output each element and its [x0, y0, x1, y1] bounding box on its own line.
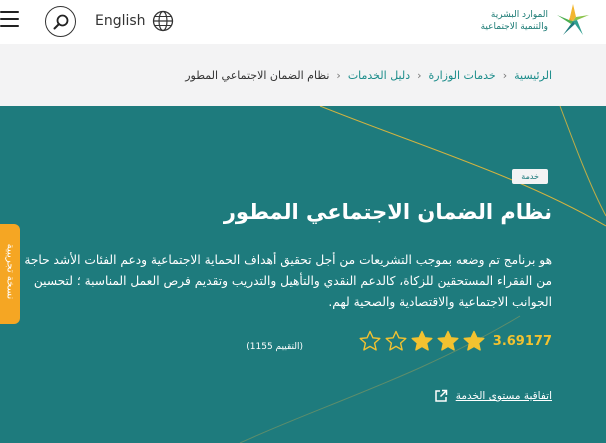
page-title: نظام الضمان الاجتماعي المطور: [223, 200, 552, 224]
breadcrumb-current: نظام الضمان الاجتماعي المطور: [185, 69, 330, 82]
menu-icon[interactable]: [0, 11, 20, 31]
star-filled-icon[interactable]: [437, 330, 459, 352]
rating-row: 3.69177: [359, 330, 552, 352]
chevron-left-icon: ‹: [336, 69, 341, 82]
sla-label: اتفاقية مستوى الخدمة: [455, 390, 552, 402]
rating-value: 3.69177: [492, 333, 552, 349]
breadcrumb: الرئيسية ‹ خدمات الوزارة ‹ دليل الخدمات …: [185, 69, 552, 82]
ministry-logo[interactable]: الموارد البشرية والتنمية الاجتماعية: [481, 2, 592, 40]
logo-line-1: الموارد البشرية: [490, 10, 548, 20]
external-link-icon: [434, 389, 447, 402]
search-button[interactable]: [45, 6, 76, 37]
beta-side-tab[interactable]: نسخة تجريبية: [0, 224, 20, 324]
language-switch[interactable]: English: [95, 10, 174, 32]
ministry-emblem-icon: [557, 4, 589, 35]
service-description: هو برنامج تم وضعه بموجب التشريعات من أجل…: [24, 253, 552, 309]
breadcrumb-services-guide[interactable]: دليل الخدمات: [348, 69, 410, 82]
service-badge: خدمة: [512, 169, 548, 184]
star-empty-icon[interactable]: [385, 330, 407, 352]
globe-icon: [152, 10, 173, 32]
service-hero: خدمة نظام الضمان الاجتماعي المطور هو برن…: [0, 106, 606, 443]
rating-count: (التقييم 1155): [246, 342, 303, 352]
site-header: English الموارد البشرية والتنمية الاجتما…: [0, 0, 606, 44]
language-label: English: [95, 13, 146, 29]
chevron-left-icon: ‹: [417, 69, 422, 82]
rating-stars[interactable]: [359, 330, 485, 352]
logo-line-2: والتنمية الاجتماعية: [480, 22, 548, 32]
sla-link[interactable]: اتفاقية مستوى الخدمة: [434, 389, 552, 403]
breadcrumb-band: الرئيسية ‹ خدمات الوزارة ‹ دليل الخدمات …: [0, 44, 606, 106]
breadcrumb-home[interactable]: الرئيسية: [514, 69, 552, 82]
breadcrumb-ministry-services[interactable]: خدمات الوزارة: [429, 69, 496, 82]
beta-label: نسخة تجريبية: [4, 243, 16, 300]
star-empty-icon[interactable]: [359, 330, 381, 352]
chevron-left-icon: ‹: [502, 69, 508, 82]
star-filled-icon[interactable]: [463, 330, 485, 352]
star-filled-icon[interactable]: [411, 330, 433, 352]
search-icon: [53, 14, 68, 29]
